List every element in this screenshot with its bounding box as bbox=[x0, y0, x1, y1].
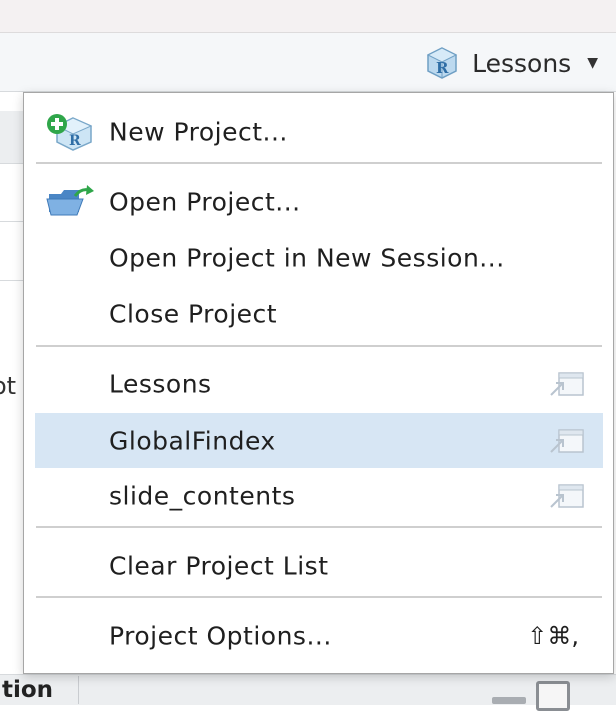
background-clipped-text: ot bbox=[0, 372, 17, 400]
background-divider bbox=[0, 280, 24, 281]
background-divider bbox=[0, 221, 24, 222]
svg-text:R: R bbox=[69, 133, 81, 149]
menu-item-project-options[interactable]: Project Options... ⇧⌘, bbox=[35, 610, 603, 662]
window-top-strip bbox=[0, 0, 616, 33]
keyboard-shortcut: ⇧⌘, bbox=[527, 622, 579, 650]
bottom-tab-label[interactable]: tion bbox=[2, 677, 53, 703]
menu-item-label: Lessons bbox=[109, 369, 212, 399]
minimize-pane-button[interactable] bbox=[492, 697, 526, 704]
menu-item-new-project[interactable]: R New Project... bbox=[35, 106, 603, 158]
caret-down-icon: ▼ bbox=[587, 55, 598, 71]
tab-divider bbox=[78, 676, 79, 704]
menu-separator bbox=[36, 345, 602, 347]
menu-item-label: Project Options... bbox=[109, 621, 332, 651]
menu-item-label: New Project... bbox=[109, 117, 288, 147]
menu-item-label: slide_contents bbox=[109, 481, 296, 511]
menu-item-open-project-new-session[interactable]: Open Project in New Session... bbox=[35, 232, 603, 284]
menu-separator bbox=[36, 526, 602, 528]
background-panel-header bbox=[0, 111, 24, 164]
menu-item-label: Close Project bbox=[109, 299, 278, 329]
open-in-new-window-icon[interactable] bbox=[547, 369, 587, 399]
menu-item-open-project[interactable]: Open Project... bbox=[35, 176, 603, 228]
open-folder-icon bbox=[46, 185, 94, 216]
menu-item-clear-project-list[interactable]: Clear Project List bbox=[35, 540, 603, 592]
menu-item-label: Open Project... bbox=[109, 187, 301, 217]
menu-item-recent-globalfindex[interactable]: GlobalFindex bbox=[35, 413, 603, 468]
menu-item-close-project[interactable]: Close Project bbox=[35, 288, 603, 340]
menu-separator bbox=[36, 162, 602, 164]
menu-item-label: Clear Project List bbox=[109, 551, 329, 581]
menu-item-label: GlobalFindex bbox=[109, 426, 276, 455]
project-name-label: Lessons bbox=[472, 48, 572, 78]
menu-item-recent-lessons[interactable]: Lessons bbox=[35, 358, 603, 410]
menu-separator bbox=[36, 596, 602, 598]
new-project-icon: R bbox=[47, 114, 93, 151]
menu-item-label: Open Project in New Session... bbox=[109, 243, 505, 273]
svg-text:R: R bbox=[436, 59, 449, 77]
project-dropdown-menu: R New Project... Open Project... Open Pr… bbox=[23, 92, 614, 674]
project-menu-button[interactable]: R Lessons ▼ bbox=[424, 43, 598, 83]
open-in-new-window-icon[interactable] bbox=[547, 481, 587, 511]
r-project-cube-icon: R bbox=[427, 47, 458, 79]
maximize-pane-button[interactable] bbox=[536, 681, 570, 711]
menu-item-recent-slide-contents[interactable]: slide_contents bbox=[35, 470, 603, 522]
open-in-new-window-icon[interactable] bbox=[547, 426, 587, 456]
